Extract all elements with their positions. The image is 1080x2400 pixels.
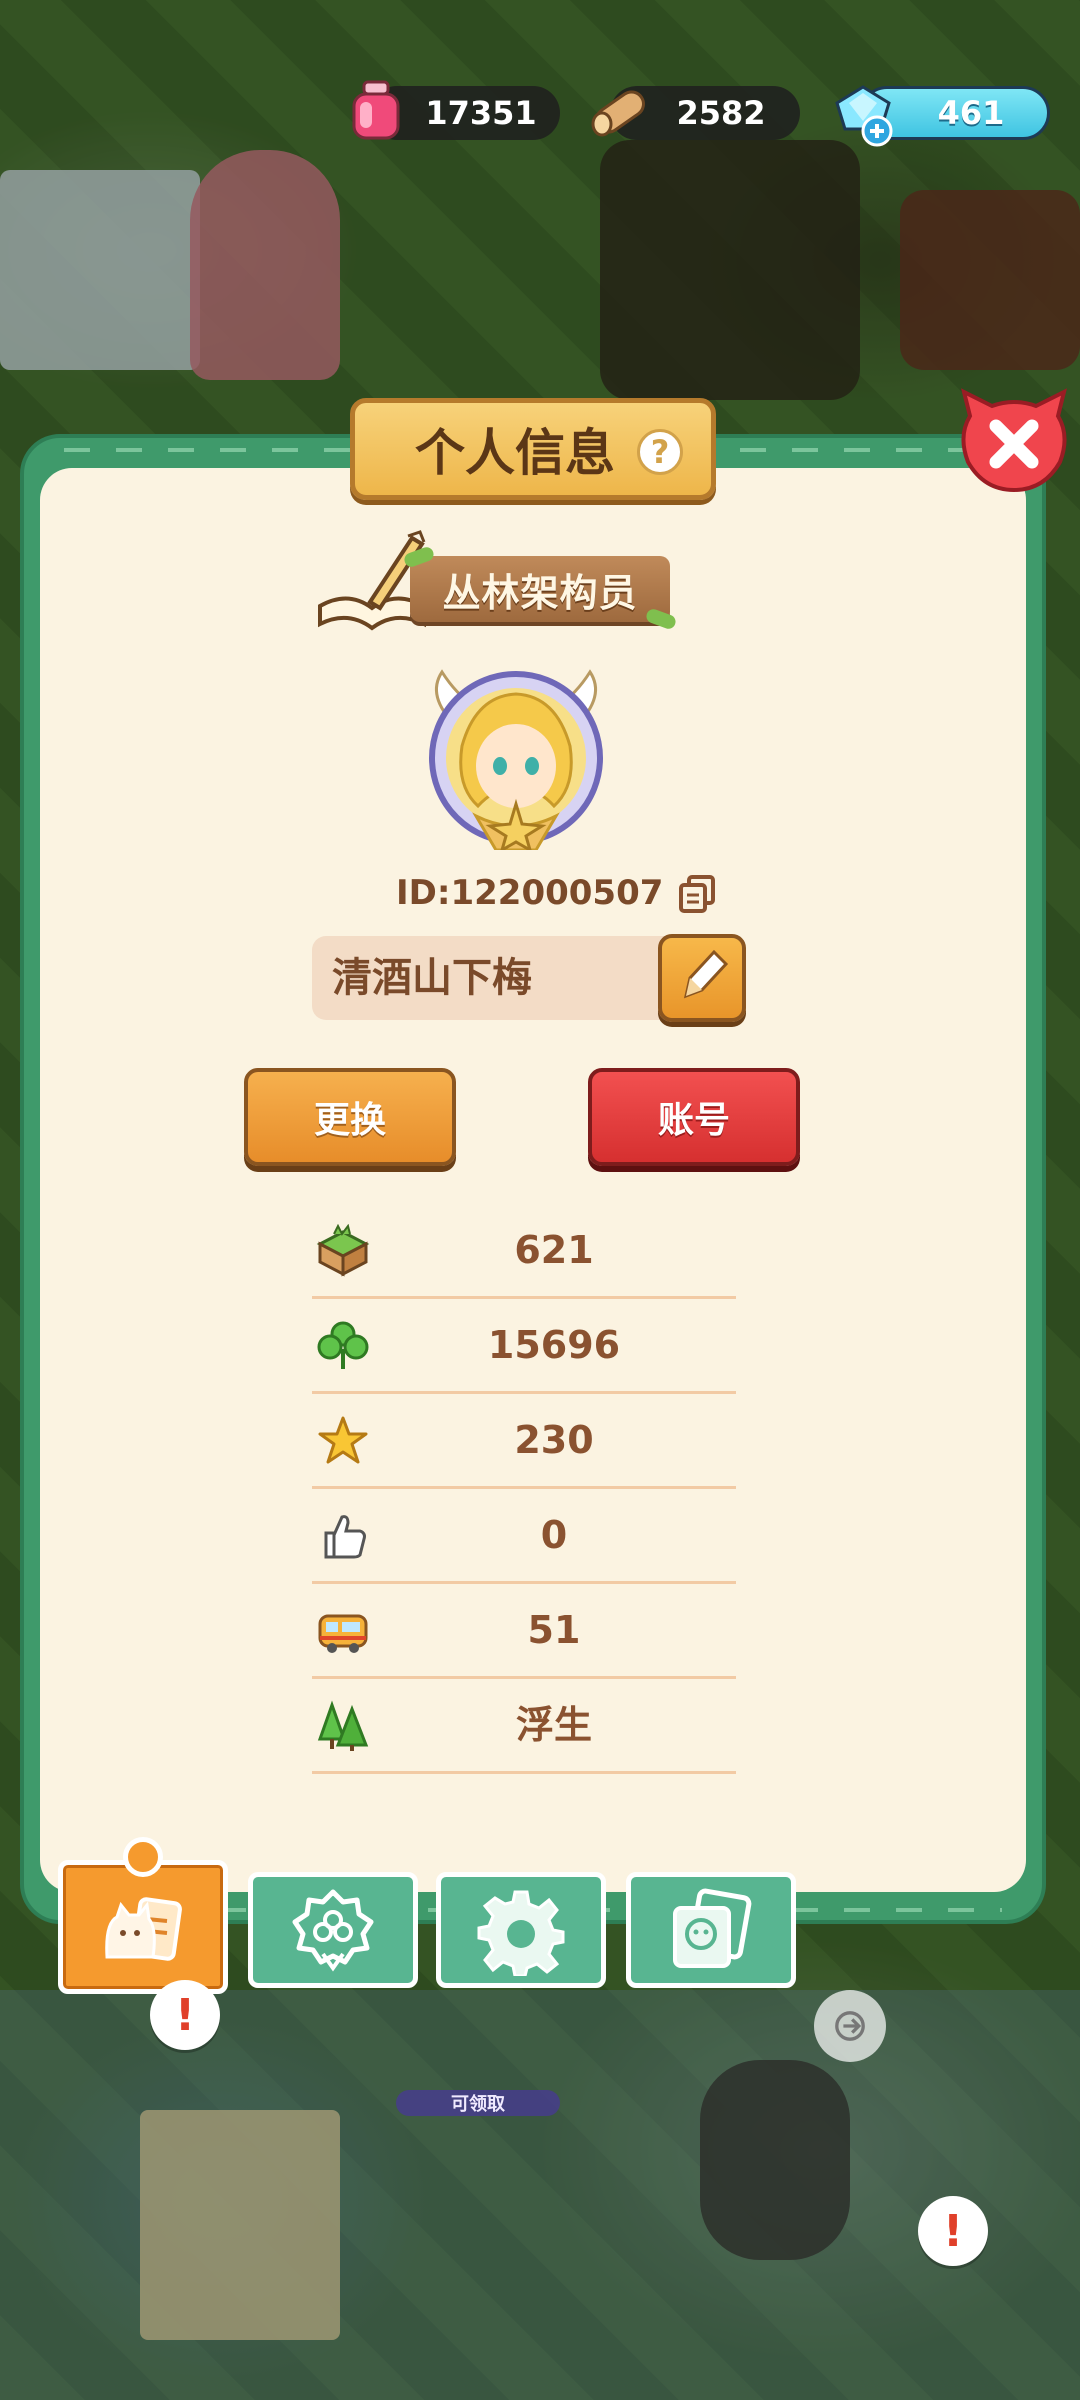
panel-title: 个人信息 <box>415 424 615 482</box>
change-avatar-button[interactable]: 更换 <box>244 1068 456 1166</box>
photo-album-icon <box>673 1888 752 1968</box>
account-button[interactable]: 账号 <box>588 1068 800 1166</box>
copy-icon[interactable] <box>677 873 717 913</box>
stat-value-star: 230 <box>514 1418 594 1462</box>
stat-row-likes: 0 <box>312 1489 736 1584</box>
player-id: ID:122000507 <box>396 873 664 913</box>
wood-amount: 2582 <box>676 94 766 132</box>
grass-block-icon <box>316 1224 370 1277</box>
bus-icon <box>318 1614 368 1653</box>
share-icon <box>835 2011 865 2041</box>
star-icon <box>318 1416 368 1464</box>
player-id-row: ID:122000507 <box>396 868 717 918</box>
medal-icon <box>292 1889 374 1972</box>
rank-title: 丛林架构员 <box>442 570 638 615</box>
player-stats-list: 621 15696 230 0 51 浮生 <box>312 1204 736 1774</box>
stat-row-clover: 15696 <box>312 1299 736 1394</box>
stat-value-visitors: 51 <box>527 1608 581 1652</box>
stat-value-land: 621 <box>514 1228 594 1272</box>
close-button[interactable] <box>956 386 1072 498</box>
wood-log-icon <box>591 90 645 137</box>
clover-icon <box>317 1321 369 1369</box>
share-bubble[interactable] <box>814 1990 886 2062</box>
tab-profile[interactable] <box>58 1837 228 1994</box>
stat-value-likes: 0 <box>540 1513 568 1557</box>
trees-icon <box>317 1700 369 1751</box>
gem-amount: 461 <box>937 94 1005 132</box>
ink-amount: 17351 <box>425 94 537 132</box>
gear-icon <box>477 1890 565 1976</box>
panel-title-plate: 个人信息 ? <box>350 398 716 500</box>
ink-resource-counter[interactable]: 17351 <box>352 80 560 140</box>
alert-bubble-right[interactable]: ! <box>918 2196 988 2266</box>
claimable-badge[interactable]: 可领取 <box>396 2090 560 2116</box>
alert-bubble-left[interactable]: ! <box>150 1980 220 2050</box>
gem-resource-counter[interactable]: 461 <box>835 85 1050 147</box>
stat-row-forest: 浮生 <box>312 1679 736 1774</box>
edit-name-button[interactable] <box>658 934 746 1022</box>
player-avatar[interactable] <box>416 666 616 850</box>
rank-title-plate: 丛林架构员 <box>410 556 670 622</box>
cat-card-icon <box>105 1897 182 1961</box>
help-icon[interactable]: ? <box>637 429 683 475</box>
gem-plus-icon[interactable] <box>827 81 899 147</box>
stat-value-forest: 浮生 <box>515 1703 592 1747</box>
ink-bottle-icon <box>352 80 400 140</box>
stat-value-clover: 15696 <box>487 1323 621 1367</box>
wood-resource-counter[interactable]: 2582 <box>591 86 800 140</box>
stat-row-star: 230 <box>312 1394 736 1489</box>
player-name: 清酒山下梅 <box>332 955 532 1001</box>
pencil-icon <box>683 949 729 999</box>
tab-badges[interactable] <box>248 1872 418 1988</box>
tab-active-indicator <box>123 1837 163 1877</box>
tab-settings[interactable] <box>436 1872 606 1988</box>
stat-row-land: 621 <box>312 1204 736 1299</box>
stat-row-visitors: 51 <box>312 1584 736 1679</box>
thumbs-up-icon <box>324 1515 366 1559</box>
tab-album[interactable] <box>626 1872 796 1988</box>
